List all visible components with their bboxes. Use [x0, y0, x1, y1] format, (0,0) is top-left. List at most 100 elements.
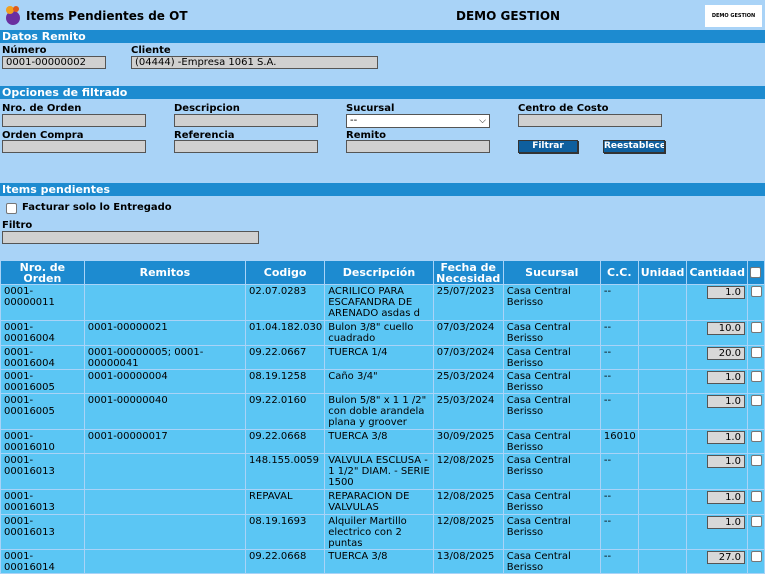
filtro-input[interactable] — [2, 231, 259, 244]
row-select-checkbox[interactable] — [750, 431, 762, 442]
cell-cantidad: 20.0 — [687, 346, 747, 369]
col-cc[interactable]: C.C. — [600, 261, 638, 284]
cantidad-input[interactable]: 1.0 — [706, 431, 745, 444]
descripcion-input[interactable] — [174, 114, 318, 127]
cell-cantidad: 1.0 — [687, 394, 747, 429]
filtrar-button[interactable]: Filtrar — [518, 140, 578, 153]
cell-sucursal: Casa Central Berisso — [503, 454, 600, 489]
cell-cantidad: 1.0 — [687, 285, 747, 320]
row-select-checkbox[interactable] — [750, 322, 762, 333]
cell-remitos: 0001-00000005; 0001-00000041 — [84, 346, 246, 369]
cell-cantidad: 10.0 — [687, 321, 747, 345]
cantidad-input[interactable]: 1.0 — [706, 455, 745, 468]
cell-codigo: 08.19.1258 — [246, 370, 325, 393]
col-remitos[interactable]: Remitos — [84, 261, 246, 284]
cantidad-input[interactable]: 1.0 — [706, 371, 745, 384]
cell-orden: 0001-00016005 — [1, 370, 84, 393]
col-codigo[interactable]: Codigo — [246, 261, 325, 284]
cell-sucursal: Casa Central Berisso — [503, 490, 600, 514]
cell-codigo: 09.22.0668 — [246, 550, 325, 573]
cell-select — [747, 550, 764, 573]
cell-cc: -- — [600, 321, 638, 345]
cell-descripcion: ACRILICO PARA ESCAFANDRA DE ARENADO asda… — [325, 285, 433, 320]
table-header-row: Nro. de Orden Remitos Codigo Descripción… — [1, 261, 764, 284]
sucursal-select[interactable]: -- ⌵ — [346, 114, 490, 128]
col-sucursal[interactable]: Sucursal — [503, 261, 600, 284]
cell-orden: 0001-00016004 — [1, 346, 84, 369]
cell-orden: 0001-00016013 — [1, 490, 84, 514]
numero-field[interactable]: 0001-00000002 — [2, 56, 106, 69]
centro-costo-input[interactable] — [518, 114, 662, 127]
app-header: Items Pendientes de OT DEMO GESTION DEMO… — [0, 0, 765, 30]
cell-orden: 0001-00016005 — [1, 394, 84, 429]
cantidad-input[interactable]: 1.0 — [706, 286, 745, 299]
row-select-checkbox[interactable] — [750, 551, 762, 562]
facturar-entregado-checkbox[interactable] — [6, 203, 17, 214]
cell-descripcion: TUERCA 1/4 — [325, 346, 433, 369]
col-fecha-necesidad[interactable]: Fecha de Necesidad — [433, 261, 503, 284]
cantidad-input[interactable]: 1.0 — [706, 491, 745, 504]
cell-sucursal: Casa Central Berisso — [503, 430, 600, 453]
cantidad-input[interactable]: 10.0 — [706, 322, 745, 335]
cell-remitos — [84, 515, 246, 549]
cell-remitos: 0001-00000004 — [84, 370, 246, 393]
reestablecer-button[interactable]: Reestablecer — [603, 140, 665, 153]
remito-input[interactable] — [346, 140, 490, 153]
cell-select — [747, 490, 764, 514]
row-select-checkbox[interactable] — [750, 371, 762, 382]
row-select-checkbox[interactable] — [750, 455, 762, 466]
cell-select — [747, 430, 764, 453]
cell-fecha: 07/03/2024 — [433, 346, 503, 369]
cell-descripcion: VALVULA ESCLUSA - 1 1/2" DIAM. - SERIE 1… — [325, 454, 433, 489]
row-select-checkbox[interactable] — [750, 516, 762, 527]
cantidad-input[interactable]: 1.0 — [706, 516, 745, 529]
section-opciones-filtrado: Opciones de filtrado — [0, 86, 765, 99]
cell-fecha: 25/03/2024 — [433, 394, 503, 429]
cell-fecha: 13/08/2025 — [433, 550, 503, 573]
cell-cantidad: 1.0 — [687, 490, 747, 514]
cell-sucursal: Casa Central Berisso — [503, 370, 600, 393]
cell-codigo: 01.04.182.030 — [246, 321, 325, 345]
row-select-checkbox[interactable] — [750, 286, 762, 297]
cell-descripcion: Alquiler Martillo electrico con 2 puntas — [325, 515, 433, 549]
cell-cc: -- — [600, 550, 638, 573]
cell-fecha: 30/09/2025 — [433, 430, 503, 453]
section-items-pendientes: Items pendientes — [0, 183, 765, 196]
col-nro-orden[interactable]: Nro. de Orden — [1, 261, 84, 284]
row-select-checkbox[interactable] — [750, 347, 762, 358]
cantidad-input[interactable]: 1.0 — [706, 395, 745, 408]
nro-orden-input[interactable] — [2, 114, 146, 127]
cell-remitos: 0001-00000021 — [84, 321, 246, 345]
cell-remitos — [84, 285, 246, 320]
cell-sucursal: Casa Central Berisso — [503, 515, 600, 549]
cell-orden: 0001-00016013 — [1, 515, 84, 549]
cell-select — [747, 370, 764, 393]
cell-cc: -- — [600, 285, 638, 320]
cell-codigo: 09.22.0160 — [246, 394, 325, 429]
cell-unidad — [638, 321, 687, 345]
cantidad-input[interactable]: 27.0 — [706, 551, 745, 564]
cantidad-input[interactable]: 20.0 — [706, 347, 745, 360]
cell-orden: 0001-00016014 — [1, 550, 84, 573]
row-select-checkbox[interactable] — [750, 491, 762, 502]
col-cantidad[interactable]: Cantidad — [687, 261, 747, 284]
cell-unidad — [638, 394, 687, 429]
col-descripcion[interactable]: Descripción — [325, 261, 433, 284]
cell-orden: 0001-00000011 — [1, 285, 84, 320]
cliente-field[interactable]: (04444) -Empresa 1061 S.A. — [131, 56, 378, 69]
cell-descripcion: TUERCA 3/8 — [325, 550, 433, 573]
cell-cc: -- — [600, 454, 638, 489]
select-all-checkbox[interactable] — [750, 267, 762, 279]
sucursal-label: Sucursal — [346, 103, 395, 114]
sucursal-select-value: -- — [350, 115, 358, 126]
row-select-checkbox[interactable] — [750, 395, 762, 406]
cell-descripcion: Bulon 5/8" x 1 1 /2" con doble arandela … — [325, 394, 433, 429]
col-unidad[interactable]: Unidad — [638, 261, 687, 284]
facturar-entregado-label: Facturar solo lo Entregado — [22, 202, 172, 213]
referencia-input[interactable] — [174, 140, 318, 153]
table-row: 0001-00016004 0001-00000005; 0001-0000004… — [1, 346, 764, 369]
cell-codigo: 02.07.0283 — [246, 285, 325, 320]
orden-compra-input[interactable] — [2, 140, 146, 153]
section-datos-remito: Datos Remito — [0, 30, 765, 43]
cell-cc: -- — [600, 370, 638, 393]
